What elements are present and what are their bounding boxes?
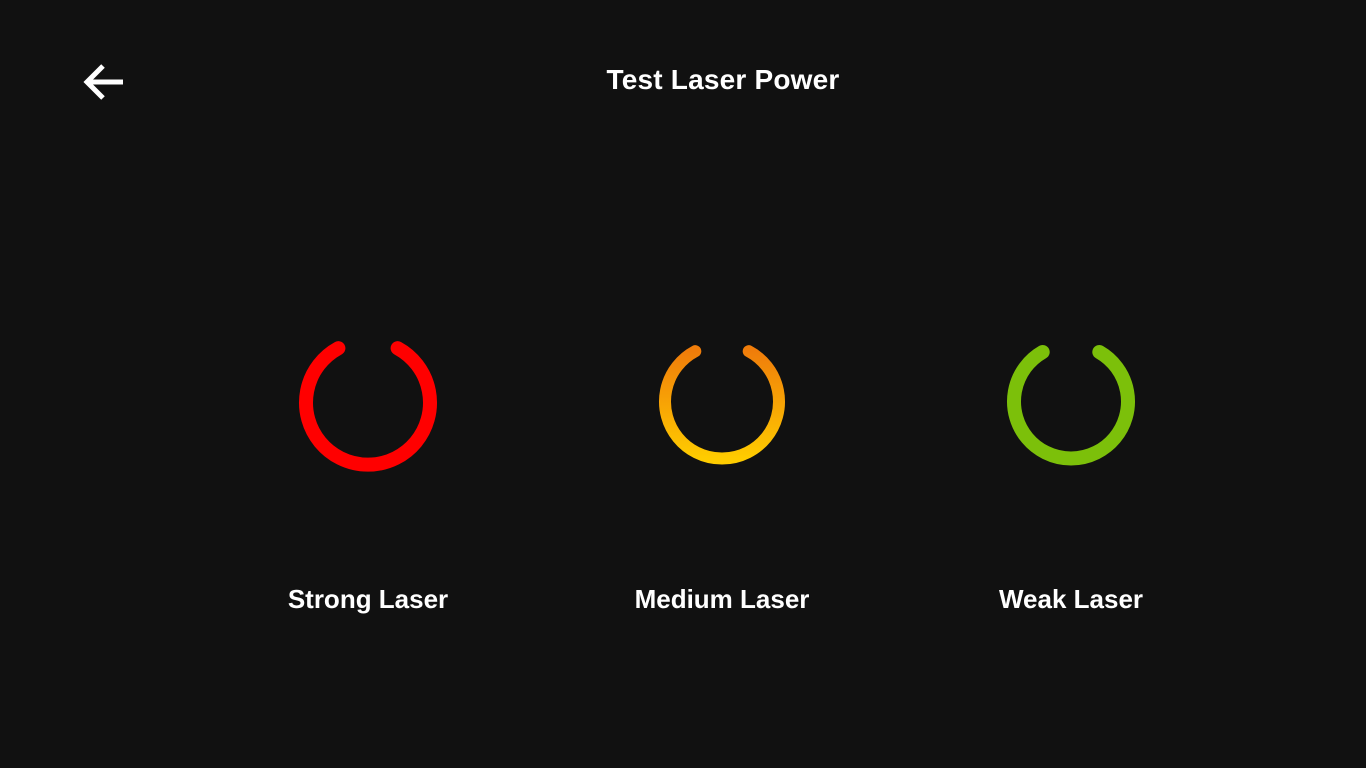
- page-title: Test Laser Power: [606, 64, 840, 95]
- medium-laser-button[interactable]: Medium Laser: [612, 316, 832, 626]
- power-icon: [299, 323, 437, 472]
- weak-laser-button[interactable]: Weak Laser: [961, 316, 1181, 626]
- medium-laser-label: Medium Laser: [634, 584, 810, 614]
- power-icon: [659, 325, 785, 465]
- test-laser-power-screen: Test Laser Power Strong Laser Medium Las…: [0, 0, 1366, 768]
- power-icon: [1007, 320, 1135, 466]
- strong-laser-label: Strong Laser: [287, 584, 449, 614]
- strong-laser-button[interactable]: Strong Laser: [258, 316, 478, 626]
- weak-laser-label: Weak Laser: [998, 584, 1144, 614]
